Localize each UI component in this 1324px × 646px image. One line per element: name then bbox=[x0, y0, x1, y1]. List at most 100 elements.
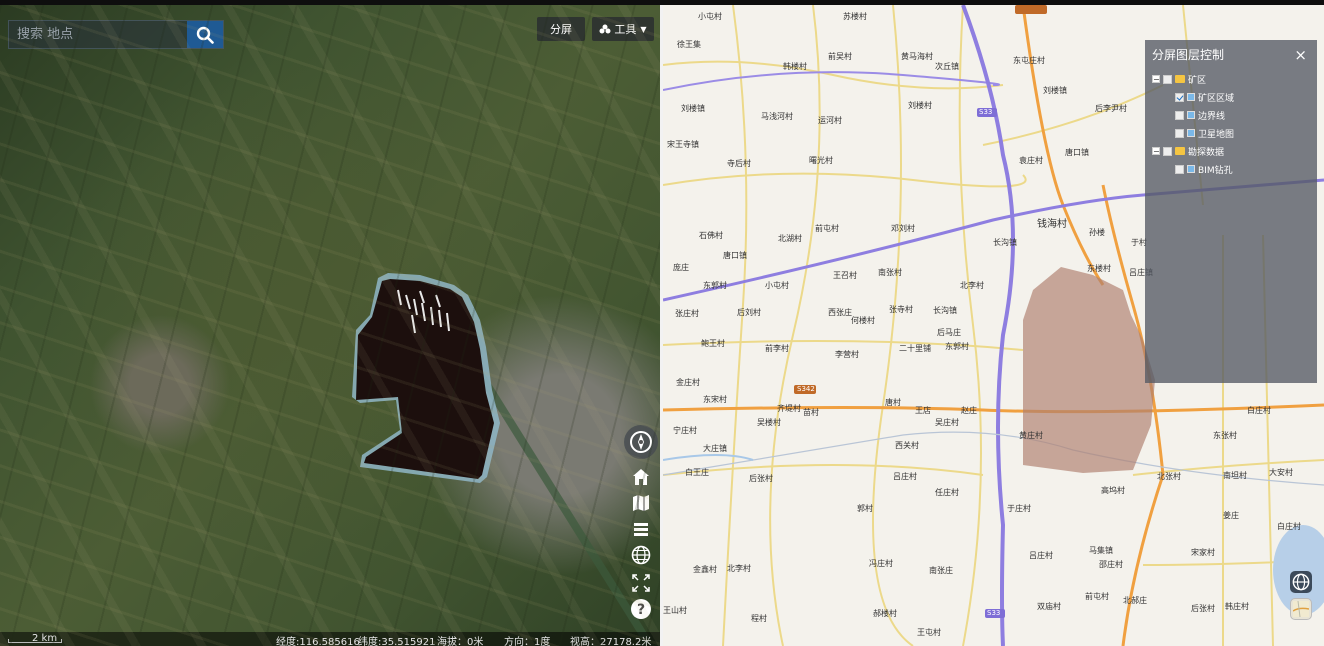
chevron-down-icon: ▼ bbox=[640, 24, 647, 34]
map-label: 邓刘村 bbox=[891, 224, 915, 233]
map-label: 吴楼村 bbox=[757, 418, 781, 427]
map-label: 后张村 bbox=[1191, 604, 1215, 613]
help-icon: ? bbox=[631, 599, 651, 619]
map-label: 双庙村 bbox=[1037, 602, 1061, 611]
tree-item-label: 边界线 bbox=[1198, 111, 1226, 122]
split-screen-button[interactable]: 分屏 bbox=[537, 17, 585, 41]
map-label: 北郝庄 bbox=[1123, 596, 1147, 605]
map-label: 运河村 bbox=[818, 116, 842, 125]
map-label: 唐口镇 bbox=[723, 251, 747, 260]
map-label: 后张村 bbox=[749, 474, 773, 483]
fullscreen-icon bbox=[632, 574, 650, 592]
map-label: 任庄村 bbox=[935, 488, 959, 497]
map-label: 南张村 bbox=[878, 268, 902, 277]
layers-button[interactable] bbox=[629, 517, 653, 541]
map-label: 前吴村 bbox=[828, 52, 852, 61]
map-label: 吴庄村 bbox=[935, 418, 959, 427]
tree-item-exploration[interactable]: − 勘探数据 bbox=[1152, 143, 1224, 159]
map-label: 鲍王村 bbox=[701, 339, 725, 348]
heading-readout: 方向：1度 bbox=[504, 637, 551, 646]
map-label: 马浅河村 bbox=[761, 112, 793, 121]
map-label: 李营村 bbox=[835, 350, 859, 359]
basemap-button[interactable] bbox=[629, 491, 653, 515]
layer-checkbox[interactable] bbox=[1175, 92, 1184, 102]
map-label: 刘楼村 bbox=[908, 101, 932, 110]
map-label: 白庄村 bbox=[1277, 522, 1301, 531]
map-label: 宁庄村 bbox=[673, 426, 697, 435]
globe-icon bbox=[631, 545, 651, 565]
tools-button[interactable]: 工具 ▼ bbox=[592, 17, 654, 41]
map-label: 寺后村 bbox=[727, 159, 751, 168]
globe-button[interactable] bbox=[629, 543, 653, 567]
map-label: 西张庄 bbox=[828, 308, 852, 317]
help-button[interactable]: ? bbox=[629, 597, 653, 621]
map-label: 冯庄村 bbox=[869, 559, 893, 568]
search-input[interactable] bbox=[9, 21, 187, 48]
tree-item-label: BIM钻孔 bbox=[1198, 165, 1233, 176]
map-label: 东郭村 bbox=[945, 342, 969, 351]
map-label: 高坞村 bbox=[1101, 486, 1125, 495]
map-label: 吕庄村 bbox=[893, 472, 917, 481]
map-label: 石佛村 bbox=[699, 231, 723, 240]
map-label: 东郭村 bbox=[703, 281, 727, 290]
layer-checkbox[interactable] bbox=[1163, 146, 1172, 156]
map-label: 东宋村 bbox=[703, 395, 727, 404]
map-label: 大庄镇 bbox=[703, 444, 727, 453]
tree-item-boundary[interactable]: 边界线 bbox=[1175, 107, 1225, 123]
map-label: 吕庄村 bbox=[1029, 551, 1053, 560]
tree-item-mine[interactable]: − 矿区 bbox=[1152, 71, 1206, 87]
basemap-toggle-button[interactable] bbox=[1290, 598, 1312, 620]
map-label: 唐村 bbox=[885, 398, 901, 407]
map-label: 东屯庄村 bbox=[1013, 56, 1045, 65]
map-label: 邵庄村 bbox=[1099, 560, 1123, 569]
tree-item-label: 勘探数据 bbox=[1188, 147, 1225, 158]
search-box bbox=[8, 20, 224, 49]
tree-item-mine-area[interactable]: 矿区区域 bbox=[1175, 89, 1234, 105]
map-label: 孙楼 bbox=[1089, 228, 1105, 237]
map-label: 前屯村 bbox=[1085, 592, 1109, 601]
map-label: 郝楼村 bbox=[873, 609, 897, 618]
layer-checkbox[interactable] bbox=[1175, 164, 1184, 174]
layer-checkbox[interactable] bbox=[1175, 128, 1184, 138]
search-button[interactable] bbox=[187, 21, 223, 48]
compass-button[interactable] bbox=[624, 425, 658, 459]
map-label: 大安村 bbox=[1269, 468, 1293, 477]
layer-panel-title: 分屏图层控制 bbox=[1152, 48, 1225, 62]
layer-checkbox[interactable] bbox=[1175, 110, 1184, 120]
map-label: 袁庄村 bbox=[1019, 156, 1043, 165]
satellite-3d-view[interactable]: 分屏 工具 ▼ bbox=[0, 5, 660, 646]
map-label: 西关村 bbox=[895, 441, 919, 450]
map-label: 白庄村 bbox=[1247, 406, 1271, 415]
home-button[interactable] bbox=[629, 465, 653, 489]
close-button[interactable]: × bbox=[1294, 46, 1307, 64]
layer-icon bbox=[1187, 93, 1195, 101]
tree-item-label: 矿区 bbox=[1188, 75, 1207, 86]
fullscreen-button[interactable] bbox=[629, 571, 653, 595]
collapse-toggle[interactable]: − bbox=[1152, 75, 1160, 84]
layers-icon bbox=[634, 523, 648, 536]
tools-icon bbox=[599, 24, 611, 34]
map-label: 张寺村 bbox=[889, 305, 913, 314]
folder-icon bbox=[1175, 147, 1185, 155]
scale-label: 2 km bbox=[32, 633, 58, 644]
svg-text:?: ? bbox=[637, 602, 645, 618]
map-label: 马集镇 bbox=[1089, 546, 1113, 555]
map-label: 黄马海村 bbox=[901, 52, 933, 61]
tree-item-label: 卫星地图 bbox=[1198, 129, 1235, 140]
collapse-toggle[interactable]: − bbox=[1152, 147, 1160, 156]
layer-checkbox[interactable] bbox=[1163, 74, 1172, 84]
tree-item-bim-drill[interactable]: BIM钻孔 bbox=[1175, 161, 1233, 177]
map-label: 金庄村 bbox=[676, 378, 700, 387]
map-label: 长沟镇 bbox=[933, 306, 957, 315]
camera-height-readout: 视高：27178.2米 bbox=[570, 637, 652, 646]
tree-item-satellite[interactable]: 卫星地图 bbox=[1175, 125, 1234, 141]
mine-area-3d bbox=[352, 273, 500, 483]
map-label: 姜庄 bbox=[1223, 511, 1239, 520]
map-label: 小屯村 bbox=[698, 12, 722, 21]
layer-icon bbox=[1187, 129, 1195, 137]
map-label: 庞庄 bbox=[673, 263, 689, 272]
globe-view-button[interactable] bbox=[1290, 571, 1312, 593]
road-shield-label: S342 bbox=[797, 385, 815, 393]
map-label: 二十里铺 bbox=[899, 344, 931, 353]
map-label: 苗村 bbox=[803, 408, 819, 417]
